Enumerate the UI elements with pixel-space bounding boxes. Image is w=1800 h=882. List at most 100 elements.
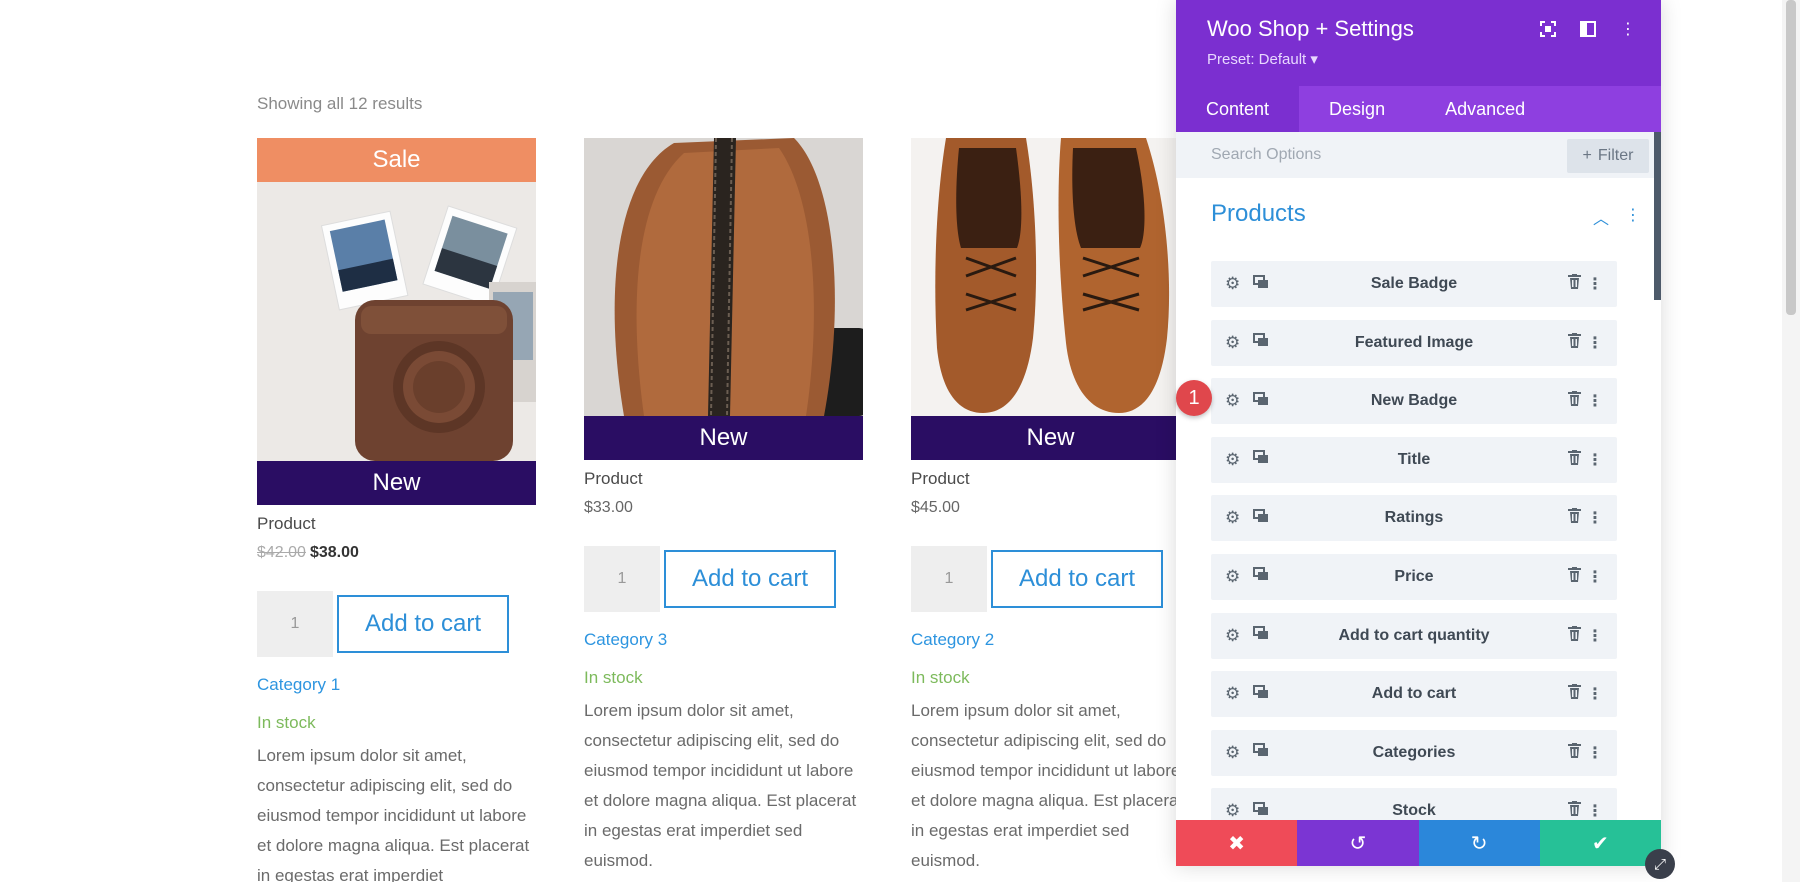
chevron-up-icon[interactable]: ︿ xyxy=(1593,205,1609,229)
tab-design[interactable]: Design xyxy=(1299,86,1415,132)
add-to-cart-button[interactable]: Add to cart xyxy=(991,550,1163,608)
trash-icon[interactable] xyxy=(1568,801,1581,821)
cart-row: 1 Add to cart xyxy=(911,546,1190,612)
stock-status: In stock xyxy=(257,713,316,732)
filter-button[interactable]: + Filter xyxy=(1567,139,1649,173)
category-link[interactable]: Category 3 xyxy=(584,628,863,652)
module-item-label: Price xyxy=(1394,567,1434,585)
trash-icon[interactable] xyxy=(1568,625,1581,646)
add-to-cart-button[interactable]: Add to cart xyxy=(664,550,836,608)
duplicate-icon[interactable] xyxy=(1253,801,1269,821)
module-item[interactable]: ⚙ Categories ⋮ xyxy=(1211,729,1617,776)
module-item[interactable]: ⚙ Featured Image ⋮ xyxy=(1211,319,1617,366)
duplicate-icon[interactable] xyxy=(1253,450,1269,469)
panel-footer: ✖ ↺ ↻ ✔ xyxy=(1176,820,1661,866)
duplicate-icon[interactable] xyxy=(1253,567,1269,586)
quantity-input[interactable]: 1 xyxy=(911,546,987,612)
category-link[interactable]: Category 2 xyxy=(911,628,1190,652)
item-more-icon[interactable]: ⋮ xyxy=(1587,450,1603,470)
cancel-button[interactable]: ✖ xyxy=(1176,820,1298,866)
gear-icon[interactable]: ⚙ xyxy=(1225,684,1240,704)
trash-icon[interactable] xyxy=(1568,332,1581,353)
duplicate-icon[interactable] xyxy=(1253,333,1269,352)
quantity-input[interactable]: 1 xyxy=(584,546,660,612)
module-item[interactable]: ⚙ Add to cart ⋮ xyxy=(1211,671,1617,718)
trash-icon[interactable] xyxy=(1568,274,1581,294)
duplicate-icon[interactable] xyxy=(1253,391,1269,411)
stock-status: In stock xyxy=(584,668,643,687)
quantity-input[interactable]: 1 xyxy=(257,591,333,657)
tab-content[interactable]: Content xyxy=(1176,86,1300,132)
item-more-icon[interactable]: ⋮ xyxy=(1587,626,1603,646)
product-description: Lorem ipsum dolor sit amet, consectetur … xyxy=(257,746,530,882)
product-image-camera[interactable] xyxy=(257,182,536,461)
module-item-label: Categories xyxy=(1372,743,1456,761)
gear-icon[interactable]: ⚙ xyxy=(1225,508,1240,528)
tab-advanced[interactable]: Advanced xyxy=(1415,86,1555,132)
resize-handle-icon[interactable]: ⤢ xyxy=(1645,849,1675,879)
save-button[interactable]: ✔ xyxy=(1539,820,1661,866)
category-link[interactable]: Category 1 xyxy=(257,673,536,697)
item-more-icon[interactable]: ⋮ xyxy=(1587,508,1603,528)
module-item[interactable]: ⚙ Title ⋮ xyxy=(1211,436,1617,483)
item-more-icon[interactable]: ⋮ xyxy=(1587,801,1603,821)
gear-icon[interactable]: ⚙ xyxy=(1225,626,1240,646)
panel-header[interactable]: Woo Shop + Settings Preset: Default ▾ ⋮ xyxy=(1176,0,1661,86)
section-title[interactable]: Products xyxy=(1211,200,1306,228)
filter-label: Filter xyxy=(1597,147,1634,164)
product-title[interactable]: Product xyxy=(584,466,863,492)
header-icons: ⋮ xyxy=(1539,18,1637,40)
gear-icon[interactable]: ⚙ xyxy=(1225,274,1240,294)
trash-icon[interactable] xyxy=(1568,566,1581,587)
gear-icon[interactable]: ⚙ xyxy=(1225,333,1240,353)
section-controls: ︿ ⋮ xyxy=(1593,205,1641,229)
product-description: Lorem ipsum dolor sit amet, consectetur … xyxy=(911,701,1184,870)
module-item[interactable]: ⚙ Add to cart quantity ⋮ xyxy=(1211,612,1617,659)
undo-button[interactable]: ↺ xyxy=(1297,820,1419,866)
search-options-input[interactable] xyxy=(1211,146,1511,164)
product-image-bag[interactable] xyxy=(584,138,863,416)
trash-icon[interactable] xyxy=(1568,742,1581,763)
duplicate-icon[interactable] xyxy=(1253,743,1269,762)
item-more-icon[interactable]: ⋮ xyxy=(1587,391,1603,411)
gear-icon[interactable]: ⚙ xyxy=(1225,450,1240,470)
split-view-icon[interactable] xyxy=(1579,18,1597,40)
product-title[interactable]: Product xyxy=(911,466,1190,492)
page: Showing all 12 results Sale New Product … xyxy=(0,0,1800,882)
settings-panel: Woo Shop + Settings Preset: Default ▾ ⋮ … xyxy=(1176,0,1661,866)
duplicate-icon[interactable] xyxy=(1253,626,1269,645)
trash-icon[interactable] xyxy=(1568,391,1581,411)
gear-icon[interactable]: ⚙ xyxy=(1225,743,1240,763)
plus-icon: + xyxy=(1582,147,1592,164)
module-item[interactable]: ⚙ Ratings ⋮ xyxy=(1211,495,1617,542)
more-options-icon[interactable]: ⋮ xyxy=(1619,18,1637,40)
item-more-icon[interactable]: ⋮ xyxy=(1587,333,1603,353)
add-to-cart-button[interactable]: Add to cart xyxy=(337,595,509,653)
trash-icon[interactable] xyxy=(1568,684,1581,704)
product-image-shoes[interactable] xyxy=(911,138,1190,416)
trash-icon[interactable] xyxy=(1568,508,1581,528)
preset-dropdown[interactable]: Preset: Default ▾ xyxy=(1207,50,1318,68)
gear-icon[interactable]: ⚙ xyxy=(1225,801,1240,821)
product-title[interactable]: Product xyxy=(257,511,536,537)
scrollbar-thumb[interactable] xyxy=(1786,0,1796,315)
redo-button[interactable]: ↻ xyxy=(1418,820,1540,866)
module-item[interactable]: ⚙ Sale Badge ⋮ xyxy=(1211,261,1617,307)
module-item[interactable]: ⚙ Price ⋮ xyxy=(1211,553,1617,600)
gear-icon[interactable]: ⚙ xyxy=(1225,567,1240,587)
module-item-label: Add to cart xyxy=(1371,685,1457,703)
duplicate-icon[interactable] xyxy=(1253,684,1269,704)
fullscreen-icon[interactable] xyxy=(1539,18,1557,40)
duplicate-icon[interactable] xyxy=(1253,274,1269,294)
module-item[interactable]: ⚙ New Badge ⋮ xyxy=(1211,378,1617,425)
duplicate-icon[interactable] xyxy=(1253,508,1269,528)
item-more-icon[interactable]: ⋮ xyxy=(1587,743,1603,763)
trash-icon[interactable] xyxy=(1568,449,1581,470)
item-more-icon[interactable]: ⋮ xyxy=(1587,274,1603,294)
section-more-icon[interactable]: ⋮ xyxy=(1625,205,1641,229)
gear-icon[interactable]: ⚙ xyxy=(1225,391,1240,411)
item-more-icon[interactable]: ⋮ xyxy=(1587,684,1603,704)
item-more-icon[interactable]: ⋮ xyxy=(1587,567,1603,587)
panel-scrollbar[interactable] xyxy=(1654,132,1661,300)
page-scrollbar[interactable] xyxy=(1782,0,1800,882)
